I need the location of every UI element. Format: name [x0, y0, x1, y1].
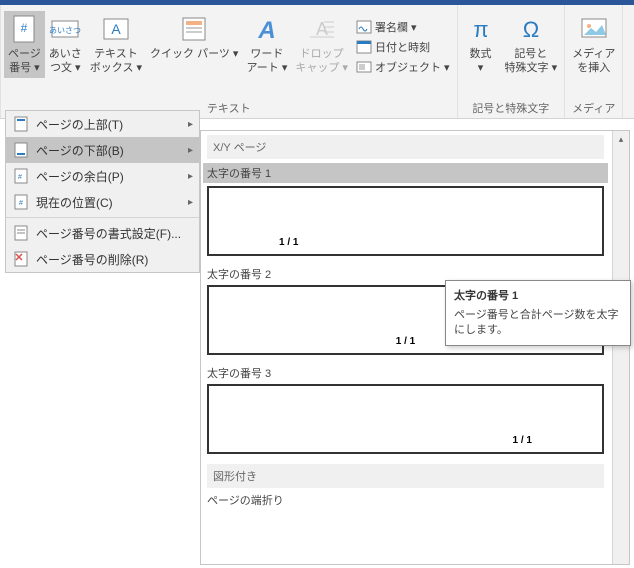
equation-button[interactable]: π 数式 ▾ — [461, 11, 501, 78]
current-position-icon: # — [12, 193, 30, 211]
datetime-icon — [356, 39, 372, 55]
svg-text:あいさつ: あいさつ — [49, 26, 81, 35]
page-number-menu: ページの上部(T) ▸ ページの下部(B) ▸ # ページの余白(P) ▸ # … — [5, 110, 200, 273]
submenu-arrow-icon: ▸ — [188, 119, 193, 130]
gallery-section-shape: 図形付き — [207, 464, 604, 488]
object-button[interactable]: オブジェクト ▾ — [352, 57, 454, 77]
submenu-arrow-icon: ▸ — [188, 197, 193, 208]
signature-label: 署名欄 ▾ — [375, 19, 417, 35]
page-number-text: 1 / 1 — [279, 237, 298, 248]
wordart-label: ワード アート ▾ — [246, 47, 287, 76]
page-number-gallery: X/Y ページ 太字の番号 1 1 / 1 太字の番号 2 1 / 1 太字の番… — [200, 130, 630, 565]
gallery-item-label: 太字の番号 1 — [203, 163, 608, 183]
quickparts-button[interactable]: クイック パーツ ▾ — [146, 11, 242, 63]
wordart-icon: A — [251, 13, 283, 45]
tooltip: 太字の番号 1 ページ番号と合計ページ数を太字にします。 — [445, 280, 631, 346]
svg-text:#: # — [19, 200, 23, 207]
textbox-icon: A — [100, 13, 132, 45]
format-icon — [12, 224, 30, 242]
menu-remove-label: ページ番号の削除(R) — [36, 251, 193, 268]
object-icon — [356, 59, 372, 75]
menu-format-label: ページ番号の書式設定(F)... — [36, 225, 193, 242]
page-top-icon — [12, 115, 30, 133]
textbox-button[interactable]: A テキスト ボックス ▾ — [86, 11, 146, 78]
datetime-label: 日付と時刻 — [375, 39, 430, 55]
dropcap-button: A ドロップ キャップ ▾ — [291, 11, 352, 78]
gallery-item-page-fold[interactable]: ページの端折り — [207, 492, 604, 508]
gallery-section-xy: X/Y ページ — [207, 135, 604, 159]
gallery-preview: 1 / 1 — [207, 186, 604, 256]
wordart-button[interactable]: A ワード アート ▾ — [242, 11, 291, 78]
remove-icon — [12, 250, 30, 268]
menu-remove-page-number[interactable]: ページ番号の削除(R) — [6, 246, 199, 272]
page-number-icon: # — [8, 13, 40, 45]
svg-text:A: A — [111, 21, 121, 37]
text-sublist: 署名欄 ▾ 日付と時刻 オブジェクト ▾ — [352, 11, 454, 77]
page-number-text: 1 / 1 — [396, 336, 415, 347]
submenu-arrow-icon: ▸ — [188, 171, 193, 182]
symbol-label: 記号と 特殊文字 ▾ — [505, 47, 558, 76]
quickparts-label: クイック パーツ ▾ — [150, 47, 238, 61]
datetime-button[interactable]: 日付と時刻 — [352, 37, 454, 57]
media-label: メディア を挿入 — [572, 47, 615, 76]
svg-text:Ω: Ω — [523, 17, 539, 42]
page-number-text: 1 / 1 — [513, 435, 532, 446]
signature-button[interactable]: 署名欄 ▾ — [352, 17, 454, 37]
symbol-group-label: 記号と特殊文字 — [461, 98, 562, 116]
media-button[interactable]: メディア を挿入 — [568, 11, 619, 78]
gallery-item-label: 太字の番号 3 — [207, 365, 604, 381]
menu-page-margin[interactable]: # ページの余白(P) ▸ — [6, 163, 199, 189]
gallery-item-bold-1[interactable]: 太字の番号 1 1 / 1 — [207, 163, 604, 256]
menu-bottom-label: ページの下部(B) — [36, 142, 188, 159]
quickparts-icon — [178, 13, 210, 45]
gallery-preview: 1 / 1 — [207, 384, 604, 454]
menu-margin-label: ページの余白(P) — [36, 168, 188, 185]
tooltip-title: 太字の番号 1 — [454, 287, 622, 303]
menu-top-label: ページの上部(T) — [36, 116, 188, 133]
aisatsu-label: あいさ つ文 ▾ — [49, 47, 82, 76]
symbol-icon: Ω — [515, 13, 547, 45]
object-label: オブジェクト ▾ — [375, 59, 450, 75]
dropcap-icon: A — [306, 13, 338, 45]
menu-separator — [6, 217, 199, 218]
scroll-up-icon[interactable]: ▴ — [613, 131, 629, 148]
page-number-label: ページ 番号 ▾ — [8, 47, 41, 76]
media-icon — [578, 13, 610, 45]
svg-text:#: # — [18, 174, 22, 181]
menu-current-position[interactable]: # 現在の位置(C) ▸ — [6, 189, 199, 215]
aisatsu-icon: あいさつ — [49, 13, 81, 45]
media-group-label: メディア — [568, 98, 619, 116]
aisatsu-button[interactable]: あいさつ あいさ つ文 ▾ — [45, 11, 86, 78]
symbol-button[interactable]: Ω 記号と 特殊文字 ▾ — [501, 11, 562, 78]
menu-current-label: 現在の位置(C) — [36, 194, 188, 211]
svg-text:A: A — [257, 17, 275, 44]
menu-top-of-page[interactable]: ページの上部(T) ▸ — [6, 111, 199, 137]
gallery-scrollbar[interactable]: ▴ — [612, 131, 629, 564]
page-bottom-icon — [12, 141, 30, 159]
submenu-arrow-icon: ▸ — [188, 145, 193, 156]
equation-label: 数式 ▾ — [470, 47, 492, 76]
menu-format-page-number[interactable]: ページ番号の書式設定(F)... — [6, 220, 199, 246]
svg-text:#: # — [21, 21, 28, 35]
tooltip-body: ページ番号と合計ページ数を太字にします。 — [454, 308, 622, 339]
textbox-label: テキスト ボックス ▾ — [90, 47, 142, 76]
ribbon-group-media: メディア を挿入 メディア — [565, 5, 623, 118]
equation-icon: π — [465, 13, 497, 45]
gallery-item-bold-3[interactable]: 太字の番号 3 1 / 1 — [207, 365, 604, 454]
ribbon-group-left: # ページ 番号 ▾ あいさつ あいさ つ文 ▾ A テキスト ボックス ▾ — [0, 5, 458, 118]
svg-text:π: π — [473, 17, 488, 42]
dropcap-label: ドロップ キャップ ▾ — [295, 47, 348, 76]
signature-icon — [356, 19, 372, 35]
ribbon: # ページ 番号 ▾ あいさつ あいさ つ文 ▾ A テキスト ボックス ▾ — [0, 5, 634, 119]
page-number-button[interactable]: # ページ 番号 ▾ — [4, 11, 45, 78]
ribbon-group-symbols: π 数式 ▾ Ω 記号と 特殊文字 ▾ 記号と特殊文字 — [458, 5, 566, 118]
menu-bottom-of-page[interactable]: ページの下部(B) ▸ — [6, 137, 199, 163]
gallery-item-label: ページの端折り — [207, 492, 604, 508]
page-margin-icon: # — [12, 167, 30, 185]
